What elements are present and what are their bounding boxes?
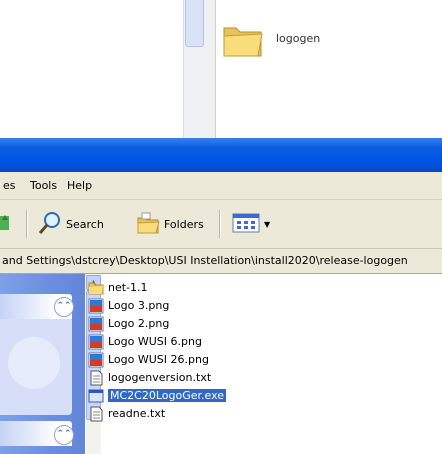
views-icon xyxy=(232,213,260,236)
file-name: Logo 2.png xyxy=(108,317,170,330)
file-list-item[interactable]: Logo 2.png xyxy=(88,315,169,332)
menu-bar: es Tools Help xyxy=(0,172,442,200)
file-list-item[interactable]: net-1.1 xyxy=(88,279,148,296)
folders-icon xyxy=(136,210,160,239)
background-window-blank-area xyxy=(0,0,183,138)
file-list-item[interactable]: MC2C20LogoGer.exe xyxy=(88,387,227,404)
image-file-icon xyxy=(88,298,104,314)
text-file-icon xyxy=(88,406,104,422)
folder-icon[interactable] xyxy=(221,18,265,62)
search-button[interactable]: Search xyxy=(38,210,104,239)
text-file-icon xyxy=(88,370,104,386)
file-list-item[interactable]: Logo WUSI 26.png xyxy=(88,351,209,368)
file-list-item[interactable]: Logo 3.png xyxy=(88,297,169,314)
file-name: Logo WUSI 26.png xyxy=(108,353,209,366)
file-list-item[interactable]: readne.txt xyxy=(88,405,165,422)
collapse-icon[interactable]: ⌃⌃ xyxy=(54,425,74,445)
file-name: readne.txt xyxy=(108,407,166,420)
toolbar: Search Folders ▼ xyxy=(0,200,442,249)
search-icon xyxy=(38,210,62,239)
chevron-down-icon[interactable]: ▼ xyxy=(264,220,270,229)
toolbar-separator xyxy=(26,210,28,238)
watermark-icon xyxy=(8,337,60,389)
collapse-icon[interactable]: ⌃⌃ xyxy=(54,297,74,317)
folders-button[interactable]: Folders xyxy=(136,210,204,239)
file-name: MC2C20LogoGer.exe xyxy=(108,389,227,402)
up-button[interactable] xyxy=(0,212,12,237)
file-list-item[interactable]: Logo WUSI 6.png xyxy=(88,333,202,350)
image-file-icon xyxy=(88,334,104,350)
views-button[interactable]: ▼ xyxy=(232,213,270,236)
menu-favorites[interactable]: es xyxy=(3,179,16,192)
folder-icon xyxy=(88,280,104,296)
task-group-panel xyxy=(0,319,72,415)
file-name: logogenversion.txt xyxy=(108,371,212,384)
menu-tools[interactable]: Tools xyxy=(30,179,57,192)
menu-help[interactable]: Help xyxy=(67,179,92,192)
task-pane: ⌃⌃ ⌃⌃ xyxy=(0,274,85,454)
address-path[interactable]: and Settings\dstcrey\Desktop\USI Instell… xyxy=(2,254,408,267)
window-title-bar[interactable] xyxy=(0,138,442,172)
image-file-icon xyxy=(88,316,104,332)
toolbar-separator xyxy=(219,210,221,238)
address-bar[interactable]: and Settings\dstcrey\Desktop\USI Instell… xyxy=(0,249,442,274)
background-window-divider xyxy=(206,0,216,138)
background-scrollbar-thumb[interactable] xyxy=(185,0,204,47)
search-label: Search xyxy=(66,218,104,231)
folder-label[interactable]: logogen xyxy=(276,32,320,45)
file-name: net-1.1 xyxy=(108,281,148,294)
up-folder-icon xyxy=(0,212,12,237)
file-name: Logo WUSI 6.png xyxy=(108,335,202,348)
image-file-icon xyxy=(88,352,104,368)
file-name: Logo 3.png xyxy=(108,299,170,312)
application-icon xyxy=(88,388,104,404)
file-list-item[interactable]: logogenversion.txt xyxy=(88,369,211,386)
folders-label: Folders xyxy=(164,218,204,231)
